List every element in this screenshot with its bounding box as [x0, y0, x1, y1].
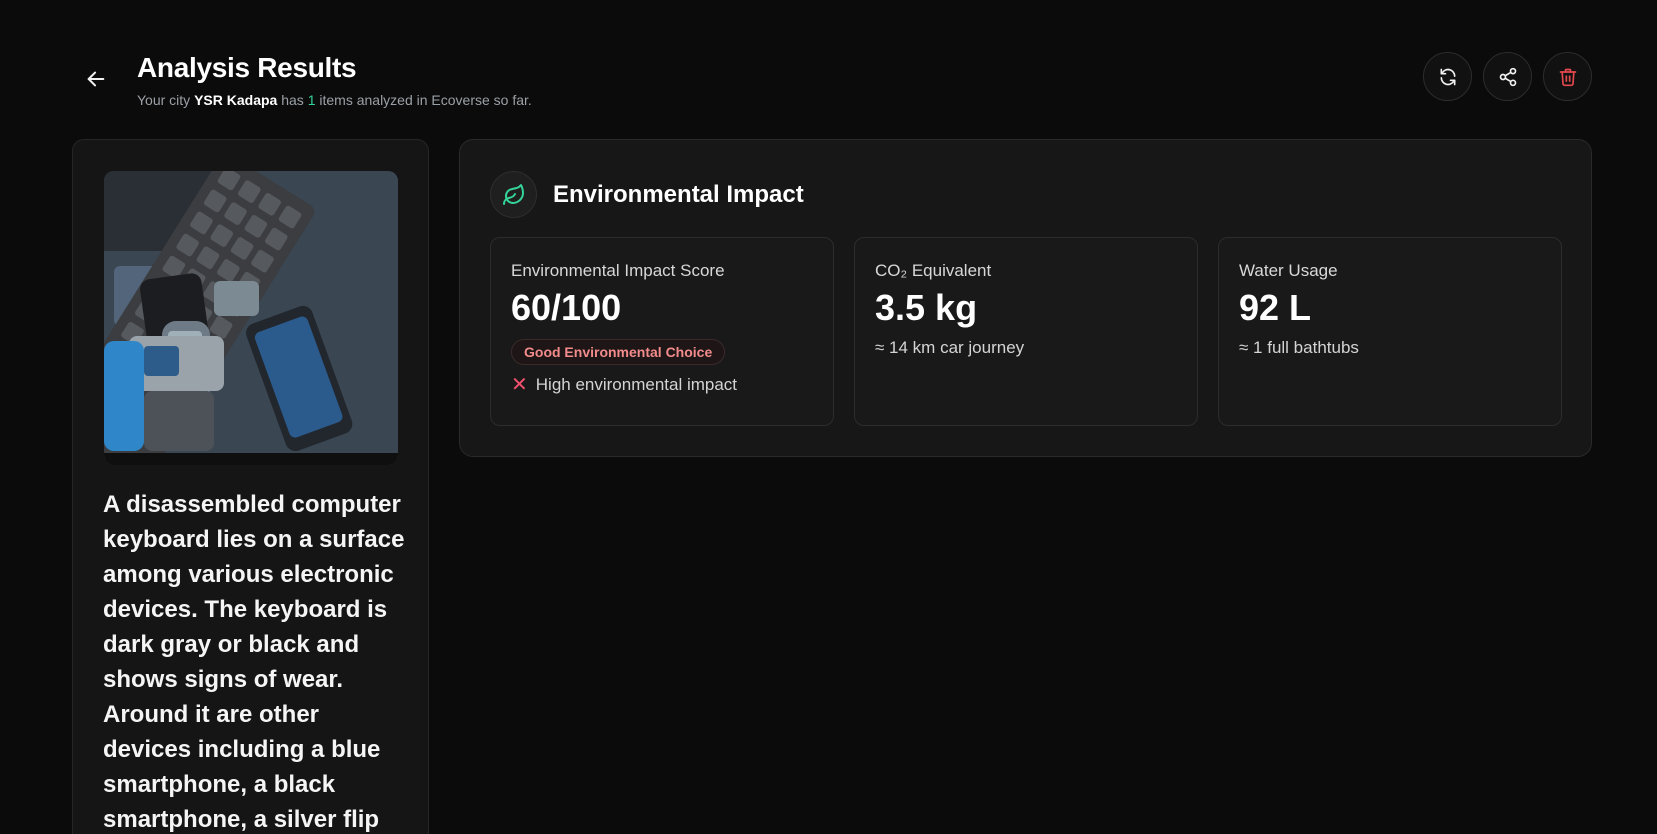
item-description: A disassembled computer keyboard lies on…	[103, 491, 405, 833]
environmental-impact-card: Environmental Impact Environmental Impac…	[459, 139, 1592, 457]
analysis-results-page: Analysis Results Your city YSR Kadapa ha…	[0, 0, 1657, 834]
refresh-icon	[1440, 68, 1455, 85]
status-badge: Good Environmental Choice	[511, 339, 726, 365]
back-button[interactable]	[78, 61, 114, 97]
impact-score-value: 60/100	[511, 287, 622, 328]
water-label: Water Usage	[1239, 261, 1338, 280]
items-count: 1	[307, 92, 316, 108]
share-button[interactable]	[1483, 52, 1532, 101]
impact-score-card: Environmental Impact Score 60/100 Good E…	[490, 237, 834, 426]
leaf-icon	[502, 183, 524, 205]
water-value: 92 L	[1239, 287, 1312, 328]
co2-label: CO₂ Equivalent	[875, 261, 992, 280]
arrow-left-icon	[87, 71, 105, 87]
co2-card: CO₂ Equivalent 3.5 kg ≈ 14 km car journe…	[854, 237, 1198, 426]
impact-level-text: High environmental impact	[535, 375, 738, 394]
city-name: YSR Kadapa	[194, 92, 278, 108]
impact-metrics: Environmental Impact Score 60/100 Good E…	[490, 237, 1562, 426]
share-icon	[1499, 67, 1516, 86]
e-waste-image	[104, 171, 398, 465]
cross-icon: ✕	[511, 374, 528, 396]
header: Analysis Results Your city YSR Kadapa ha…	[137, 48, 532, 110]
item-card: A disassembled computer keyboard lies on…	[72, 139, 429, 834]
co2-value: 3.5 kg	[875, 287, 978, 328]
impact-score-label: Environmental Impact Score	[511, 261, 725, 280]
co2-equivalent-note: ≈ 14 km car journey	[875, 338, 1025, 357]
delete-button[interactable]	[1543, 52, 1592, 101]
leaf-icon-container	[490, 171, 537, 218]
page-subtitle: Your city YSR Kadapa has 1 items analyze…	[137, 92, 532, 108]
water-usage-card: Water Usage 92 L ≈ 1 full bathtubs	[1218, 237, 1562, 426]
impact-title: Environmental Impact	[553, 180, 804, 208]
item-photo	[104, 171, 398, 465]
refresh-button[interactable]	[1423, 52, 1472, 101]
impact-level-row: ✕ High environmental impact	[511, 375, 813, 395]
impact-header: Environmental Impact	[490, 171, 804, 218]
trash-icon	[1559, 68, 1576, 86]
water-equivalent-note: ≈ 1 full bathtubs	[1239, 338, 1359, 357]
header-actions	[1423, 52, 1592, 101]
page-title: Analysis Results	[137, 52, 357, 83]
